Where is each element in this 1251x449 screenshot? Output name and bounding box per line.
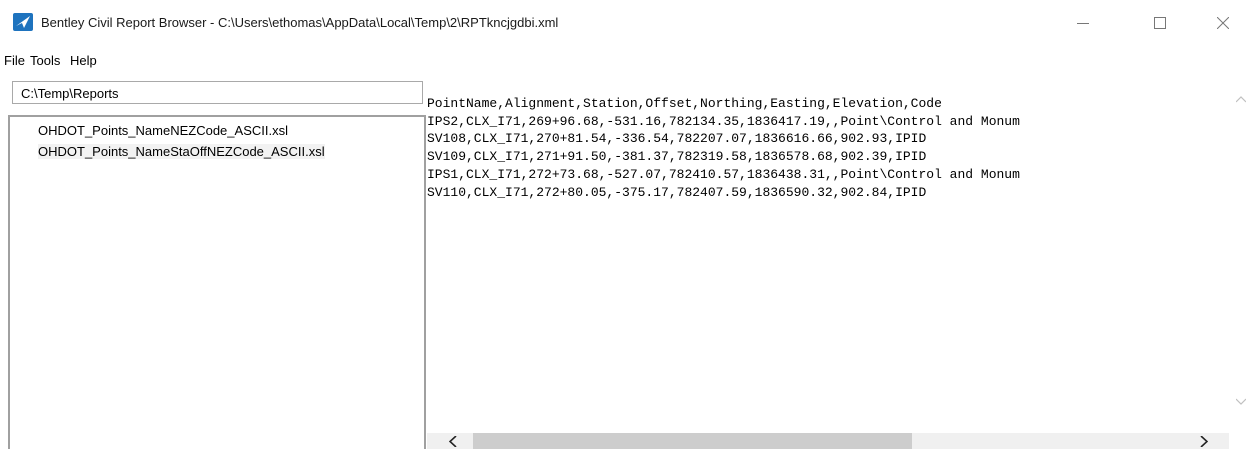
report-line: IPS1,CLX_I71,272+73.68,-527.07,782410.57… xyxy=(427,166,1020,182)
scroll-down-icon[interactable] xyxy=(1236,398,1246,405)
horizontal-scroll-thumb[interactable] xyxy=(473,433,912,449)
stylesheet-list[interactable]: OHDOT_Points_NameNEZCode_ASCII.xsl OHDOT… xyxy=(8,115,426,449)
minimize-icon xyxy=(1077,23,1089,24)
close-icon xyxy=(1217,17,1229,29)
maximize-icon xyxy=(1154,17,1166,29)
report-view[interactable]: PointName,Alignment,Station,Offset,North… xyxy=(427,88,1251,449)
menu-tools[interactable]: Tools xyxy=(30,53,60,68)
minimize-button[interactable] xyxy=(1060,0,1106,46)
report-line: SV109,CLX_I71,271+91.50,-381.37,782319.5… xyxy=(427,149,927,165)
scroll-right-icon[interactable] xyxy=(1200,436,1208,447)
vertical-scrollbar[interactable] xyxy=(1229,88,1251,433)
folder-path-input[interactable]: C:\Temp\Reports xyxy=(12,81,423,104)
report-line: IPS2,CLX_I71,269+96.68,-531.16,782134.35… xyxy=(427,113,1020,129)
report-line: PointName,Alignment,Station,Offset,North… xyxy=(427,96,942,111)
scroll-up-icon[interactable] xyxy=(1236,96,1246,103)
report-text: PointName,Alignment,Station,Offset,North… xyxy=(427,95,1020,201)
report-line: SV108,CLX_I71,270+81.54,-336.54,782207.0… xyxy=(427,131,927,147)
list-item[interactable]: OHDOT_Points_NameNEZCode_ASCII.xsl xyxy=(38,123,288,138)
report-line: SV110,CLX_I71,272+80.05,-375.17,782407.5… xyxy=(427,184,927,200)
bentley-app-icon xyxy=(13,13,33,31)
menu-bar: File Tools Help xyxy=(0,49,1251,73)
menu-file[interactable]: File xyxy=(4,53,25,68)
menu-help[interactable]: Help xyxy=(70,53,97,68)
title-bar[interactable]: Bentley Civil Report Browser - C:\Users\… xyxy=(0,0,1251,46)
list-item-selected[interactable]: OHDOT_Points_NameStaOffNEZCode_ASCII.xsl xyxy=(38,144,325,159)
window-title: Bentley Civil Report Browser - C:\Users\… xyxy=(41,15,559,30)
scroll-left-icon[interactable] xyxy=(449,436,457,447)
maximize-button[interactable] xyxy=(1137,0,1183,46)
close-button[interactable] xyxy=(1200,0,1246,46)
